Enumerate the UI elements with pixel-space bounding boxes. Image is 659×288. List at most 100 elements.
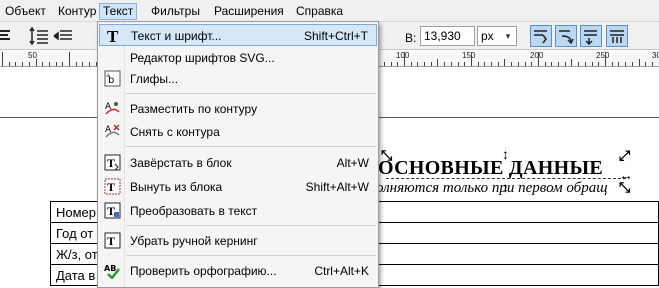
letter-spacing-icon[interactable]	[52, 25, 74, 47]
glyphs-icon: ba	[104, 70, 121, 87]
text-orientation-icon[interactable]	[530, 25, 552, 47]
spacing-label: B:	[405, 31, 417, 45]
ruler-tick	[585, 62, 586, 66]
menu-bar: Объект Контур Текст Фильтры Расширения С…	[0, 0, 659, 22]
ruler-tick	[42, 62, 43, 66]
spellcheck-icon: AB	[104, 262, 121, 280]
table-cell[interactable]	[374, 222, 659, 244]
menu-path[interactable]: Контур	[55, 3, 99, 20]
svg-text:T: T	[107, 180, 115, 194]
ruler-tick	[504, 59, 505, 66]
resize-handle-icon[interactable]: ⤡	[381, 148, 392, 162]
ruler-tick	[15, 62, 16, 66]
menu-separator	[126, 146, 376, 147]
menu-item-shortcut: Alt+W	[336, 156, 369, 170]
menu-text[interactable]: Текст	[99, 3, 138, 20]
menu-item-shortcut: Shift+Alt+W	[305, 180, 369, 194]
vertical-text-icon[interactable]	[606, 25, 628, 47]
ruler-tick	[411, 62, 412, 66]
ruler-tick	[404, 52, 405, 66]
unit-value: px	[481, 29, 494, 43]
chevron-down-icon: ▾	[505, 31, 511, 41]
ruler-tick	[2, 52, 3, 66]
ruler-tick	[69, 52, 70, 66]
ruler-tick	[391, 62, 392, 66]
ruler-tick	[464, 62, 465, 66]
svg-text:T: T	[107, 27, 119, 44]
ruler-tick	[431, 62, 432, 66]
ruler-tick	[384, 62, 385, 66]
ruler-label: 100	[396, 51, 410, 60]
resize-handle-icon[interactable]: ⤢	[619, 148, 630, 162]
unflow-icon: T	[104, 178, 121, 195]
convert-to-text-icon: T	[104, 202, 121, 219]
menu-item-label: Глифы...	[130, 72, 179, 86]
ruler-tick	[511, 62, 512, 66]
ruler-tick	[612, 62, 613, 66]
menu-item-label: Проверить орфографию...	[130, 264, 277, 278]
menu-item-text-and-font[interactable]: T Текст и шрифт... Shift+Ctrl+T	[99, 24, 377, 46]
menu-object[interactable]: Объект	[2, 3, 49, 20]
ruler-tick	[478, 62, 479, 66]
menu-filters[interactable]: Фильтры	[148, 3, 203, 20]
resize-handle-icon[interactable]: ↕	[502, 147, 509, 161]
ruler-tick	[424, 62, 425, 66]
ruler-tick	[458, 62, 459, 66]
ruler-tick	[417, 62, 418, 66]
menu-item-convert-to-text[interactable]: T Преобразовать в текст	[99, 200, 377, 222]
menu-item-remove-manual-kerns[interactable]: T Убрать ручной кернинг	[99, 230, 377, 252]
ruler-tick	[592, 62, 593, 66]
line-spacing-icon[interactable]	[28, 25, 50, 47]
align-left-icon[interactable]	[0, 25, 22, 47]
unit-select[interactable]: px ▾	[477, 26, 517, 46]
table-cell[interactable]	[374, 201, 659, 223]
ruler-tick	[22, 62, 23, 66]
table-cell[interactable]	[374, 264, 659, 286]
ruler-tick	[484, 62, 485, 66]
text-font-icon: T	[105, 27, 122, 46]
svg-text:AB: AB	[104, 264, 116, 273]
ruler-tick	[76, 62, 77, 66]
ruler-tick	[625, 62, 626, 66]
ruler-tick	[551, 62, 552, 66]
resize-handle-icon[interactable]: ↕	[502, 180, 509, 194]
table-cell[interactable]	[374, 243, 659, 265]
ruler-tick	[397, 62, 398, 66]
menu-item-label: Преобразовать в текст	[130, 204, 258, 218]
menu-item-remove-from-path[interactable]: A Снять с контура	[99, 121, 377, 143]
menu-item-label: Убрать ручной кернинг	[130, 234, 258, 248]
ruler-tick	[451, 62, 452, 66]
svg-text:T: T	[107, 204, 115, 218]
ruler-tick	[598, 62, 599, 66]
menu-help[interactable]: Справка	[293, 3, 346, 20]
svg-text:T: T	[107, 234, 115, 248]
svg-text:T: T	[107, 156, 115, 170]
menu-separator	[126, 255, 376, 256]
menu-item-glyphs[interactable]: ba Глифы...	[99, 68, 377, 90]
text-rotate-icon[interactable]	[555, 25, 577, 47]
resize-handle-icon[interactable]: ⤡	[619, 180, 630, 194]
text-direction-icon[interactable]	[580, 25, 602, 47]
ruler-tick	[49, 62, 50, 66]
document-subtitle[interactable]: олняются только при первом обращ	[376, 180, 608, 197]
menu-item-shortcut: Ctrl+Alt+K	[314, 264, 369, 278]
menu-item-label: Текст и шрифт...	[131, 29, 222, 43]
menu-item-flow-into-frame[interactable]: T Завёрстать в блок Alt+W	[99, 152, 377, 174]
menu-item-unflow[interactable]: T Вынуть из блока Shift+Alt+W	[99, 176, 377, 198]
remove-kerns-icon: T	[104, 232, 121, 249]
menu-item-check-spelling[interactable]: AB Проверить орфографию... Ctrl+Alt+K	[99, 260, 377, 282]
ruler-tick	[89, 62, 90, 66]
ruler-tick	[491, 62, 492, 66]
ruler-tick	[444, 62, 445, 66]
menu-item-put-on-path[interactable]: A Разместить по контуру	[99, 98, 377, 120]
menu-separator	[126, 225, 376, 226]
ruler-tick	[82, 62, 83, 66]
ruler-label: 300	[652, 51, 659, 60]
document-title[interactable]: ОСНОВНЫЕ ДАННЫЕ	[378, 157, 603, 180]
remove-from-path-icon: A	[104, 123, 121, 140]
menu-extensions[interactable]: Расширения	[211, 3, 287, 20]
spacing-input[interactable]: 13,930	[420, 26, 475, 46]
ruler-tick	[471, 52, 472, 66]
menu-item-svg-font-editor[interactable]: Редактор шрифтов SVG...	[99, 47, 377, 69]
ruler-tick	[56, 62, 57, 66]
